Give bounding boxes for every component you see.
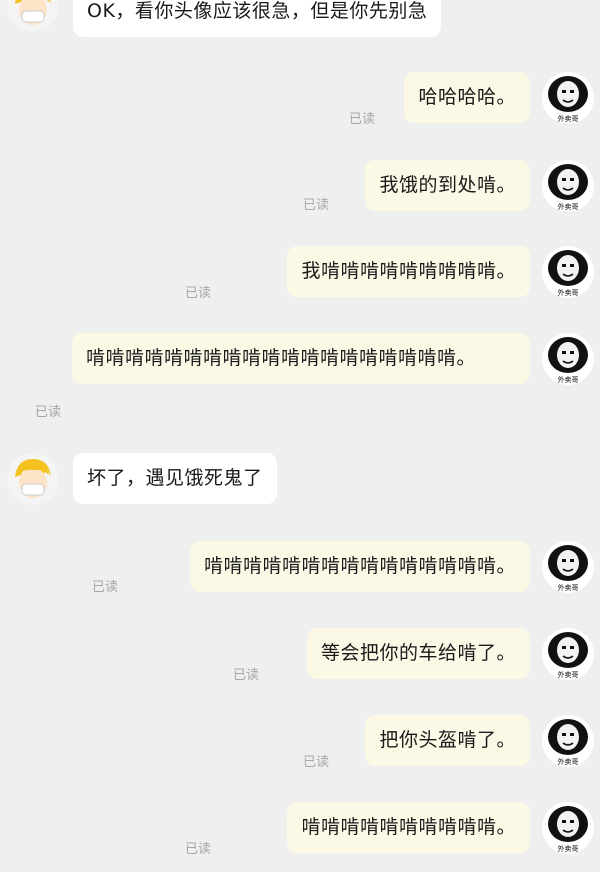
message-bubble[interactable]: 我饿的到处啃。 bbox=[365, 160, 530, 211]
read-status: 已读 bbox=[185, 286, 212, 301]
message-text: 坏了，遇见饿死鬼了 bbox=[87, 467, 263, 489]
message-text: 啃啃啃啃啃啃啃啃啃啃啃啃啃啃啃。 bbox=[203, 555, 516, 577]
other-user-avatar-icon[interactable] bbox=[7, 453, 59, 505]
message-text: 哈哈哈哈。 bbox=[418, 86, 516, 108]
message-bubble[interactable]: 啃啃啃啃啃啃啃啃啃啃啃啃啃啃啃啃啃啃啃。 bbox=[72, 333, 530, 384]
svg-text:外卖哥: 外卖哥 bbox=[558, 114, 579, 123]
self-avatar-icon[interactable]: 外卖哥 bbox=[542, 333, 594, 385]
read-status: 已读 bbox=[35, 405, 62, 420]
message-bubble[interactable]: 我啃啃啃啃啃啃啃啃啃。 bbox=[287, 246, 530, 297]
self-avatar-icon[interactable]: 外卖哥 bbox=[542, 628, 594, 680]
other-user-avatar-icon[interactable] bbox=[7, 0, 59, 32]
message-bubble[interactable]: 啃啃啃啃啃啃啃啃啃啃啃啃啃啃啃。 bbox=[189, 541, 530, 592]
chat-window: OK，看你头像应该很急，但是你先别急 已读 哈哈哈哈。 外卖哥 已读 我饿的到处… bbox=[0, 0, 600, 872]
svg-text:外卖哥: 外卖哥 bbox=[558, 670, 579, 679]
self-avatar-icon[interactable]: 外卖哥 bbox=[542, 72, 594, 124]
svg-text:外卖哥: 外卖哥 bbox=[558, 375, 579, 384]
self-avatar-icon[interactable]: 外卖哥 bbox=[542, 715, 594, 767]
message-bubble[interactable]: OK，看你头像应该很急，但是你先别急 bbox=[73, 0, 442, 37]
read-status: 已读 bbox=[185, 842, 212, 857]
message-bubble[interactable]: 坏了，遇见饿死鬼了 bbox=[73, 453, 277, 504]
message-bubble[interactable]: 等会把你的车给啃了。 bbox=[306, 628, 530, 679]
self-avatar-icon[interactable]: 外卖哥 bbox=[542, 541, 594, 593]
read-status: 已读 bbox=[92, 580, 119, 595]
message-bubble[interactable]: 哈哈哈哈。 bbox=[404, 72, 530, 123]
svg-text:外卖哥: 外卖哥 bbox=[558, 288, 579, 297]
message-text: 啃啃啃啃啃啃啃啃啃啃啃啃啃啃啃啃啃啃啃。 bbox=[86, 347, 477, 369]
message-text: OK，看你头像应该很急，但是你先别急 bbox=[87, 0, 428, 22]
message-bubble[interactable]: 啃啃啃啃啃啃啃啃啃啃。 bbox=[287, 802, 530, 853]
self-avatar-icon[interactable]: 外卖哥 bbox=[542, 246, 594, 298]
message-text: 啃啃啃啃啃啃啃啃啃啃。 bbox=[301, 816, 516, 838]
read-status: 已读 bbox=[303, 755, 330, 770]
message-text: 我啃啃啃啃啃啃啃啃啃。 bbox=[301, 260, 516, 282]
svg-text:外卖哥: 外卖哥 bbox=[558, 202, 579, 211]
svg-text:外卖哥: 外卖哥 bbox=[558, 844, 579, 853]
read-status: 已读 bbox=[349, 112, 376, 127]
self-avatar-icon[interactable]: 外卖哥 bbox=[542, 802, 594, 854]
message-text: 我饿的到处啃。 bbox=[379, 174, 516, 196]
message-bubble[interactable]: 把你头盔啃了。 bbox=[365, 715, 530, 766]
self-avatar-icon[interactable]: 外卖哥 bbox=[542, 160, 594, 212]
message-text: 等会把你的车给啃了。 bbox=[320, 642, 516, 664]
svg-text:外卖哥: 外卖哥 bbox=[558, 757, 579, 766]
message-text: 把你头盔啃了。 bbox=[379, 729, 516, 751]
svg-text:外卖哥: 外卖哥 bbox=[558, 583, 579, 592]
read-status: 已读 bbox=[233, 668, 260, 683]
read-status: 已读 bbox=[303, 198, 330, 213]
